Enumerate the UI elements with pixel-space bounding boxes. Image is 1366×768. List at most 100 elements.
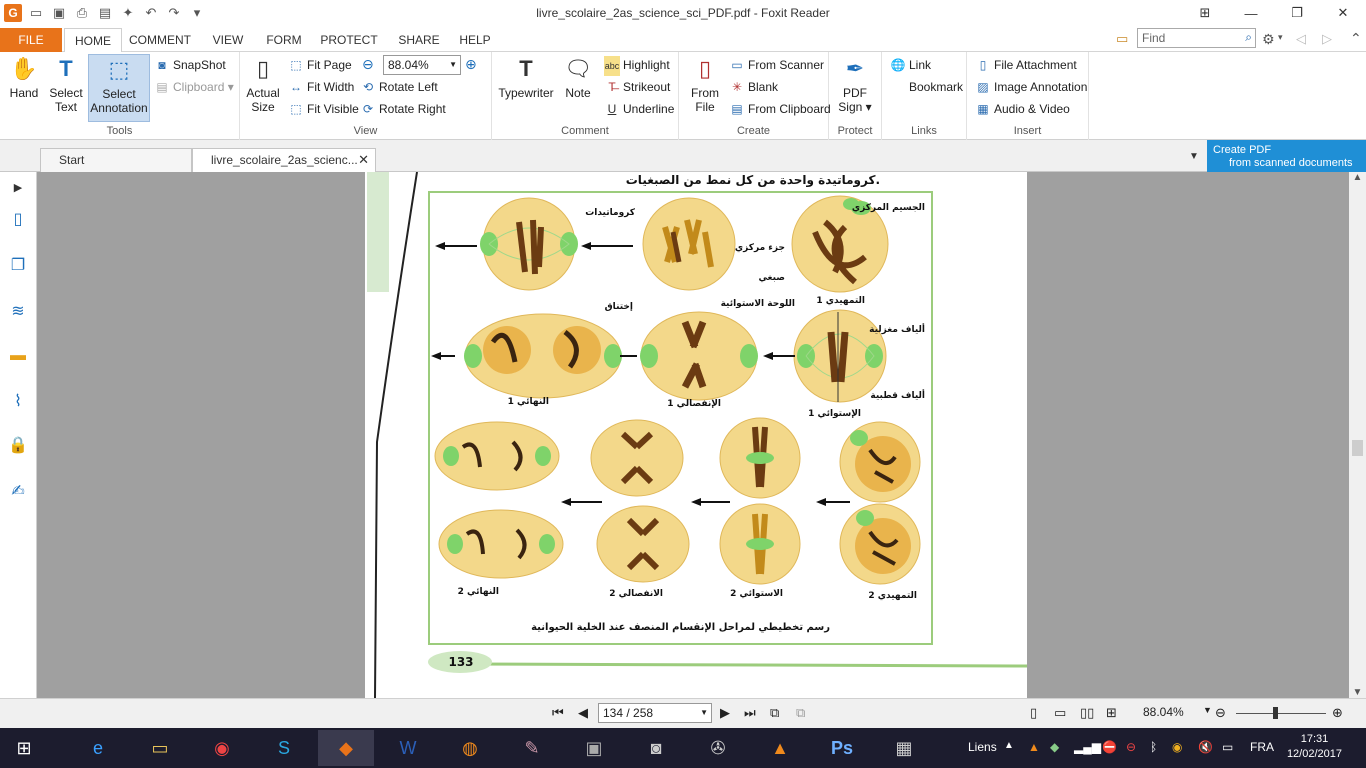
minimize-button[interactable]: — (1228, 0, 1274, 26)
select-annotation-button[interactable]: ⬚ Select Annotation (88, 54, 150, 122)
document-view[interactable]: كروماتيدة واحدة من كل نمط من الصبغيات. ا… (37, 172, 1349, 698)
from-clipboard-button[interactable]: ▤ From Clipboard (729, 99, 830, 119)
hand-button[interactable]: ✋ Hand (4, 54, 44, 100)
clipboard-button[interactable]: ▤ Clipboard ▾ (154, 77, 233, 97)
firefox-icon[interactable]: ◍ (442, 730, 498, 766)
chevron-down-icon[interactable]: ▾ (1278, 32, 1283, 43)
zoom-level[interactable]: 88.04% (1143, 705, 1184, 719)
zoom-select[interactable]: 88.04% ▼ (383, 55, 461, 75)
fit-width-button[interactable]: ↔ Fit Width (288, 77, 354, 97)
calculator-icon[interactable]: ▦ (876, 730, 932, 766)
liens-toolbar[interactable]: Liens (968, 740, 997, 754)
signature-icon[interactable]: ✍ (6, 480, 30, 504)
first-page-icon[interactable]: ⏮ (552, 705, 564, 721)
tab-view[interactable]: VIEW (202, 28, 254, 52)
highlight-button[interactable]: abc Highlight (604, 55, 670, 76)
speaker-muted-icon[interactable]: 🔇 (1198, 740, 1213, 754)
tab-home[interactable]: HOME (64, 28, 122, 53)
from-scanner-button[interactable]: ▭ From Scanner (729, 55, 824, 75)
rotate-right-button[interactable]: ⟳ Rotate Right (360, 99, 446, 119)
last-page-icon[interactable]: ⏭ (744, 705, 756, 721)
file-attachment-button[interactable]: ▯ File Attachment (975, 55, 1077, 75)
tab-form[interactable]: FORM (258, 28, 310, 52)
chevron-down-icon[interactable]: ▼ (1203, 705, 1212, 715)
bluetooth-icon[interactable]: ᛒ (1150, 740, 1157, 754)
audio-video-button[interactable]: ▦ Audio & Video (975, 99, 1070, 119)
close-icon[interactable]: ✕ (358, 149, 369, 171)
comments-icon[interactable]: ▬ (6, 344, 30, 368)
expand-panel-icon[interactable]: ▶ (6, 176, 30, 200)
next-view-icon[interactable]: ⧉ (796, 705, 805, 721)
next-page-icon[interactable]: ▶ (720, 705, 730, 721)
tray-app-icon[interactable]: ◆ (1050, 740, 1059, 754)
previous-view-icon[interactable]: ⧉ (770, 705, 779, 721)
paint-icon[interactable]: ✎ (504, 730, 560, 766)
note-button[interactable]: 🗨 Note (558, 54, 598, 100)
scroll-up-icon[interactable]: ▲ (1349, 172, 1366, 183)
vlc-icon[interactable]: ▲ (752, 730, 808, 766)
tab-comment[interactable]: COMMENT (124, 28, 196, 52)
blank-button[interactable]: ✳ Blank (729, 77, 778, 97)
link-button[interactable]: 🌐 Link (890, 55, 932, 75)
word-icon[interactable]: W (380, 730, 436, 766)
close-button[interactable]: ✕ (1320, 0, 1366, 26)
maximize-button[interactable]: ❐ (1274, 0, 1320, 26)
fit-visible-button[interactable]: ⬚ Fit Visible (288, 99, 358, 119)
create-pdf-banner[interactable]: Create PDF from scanned documents (1207, 140, 1366, 172)
typewriter-button[interactable]: T Typewriter (498, 54, 554, 100)
layers-icon[interactable]: ≋ (6, 300, 30, 324)
tab-start[interactable]: Start (40, 148, 192, 172)
find-input[interactable]: Find ⌕ (1137, 28, 1256, 48)
file-explorer-icon[interactable]: ▭ (132, 730, 188, 766)
zoom-out-icon[interactable]: ⊖ (1215, 705, 1226, 721)
pages-thumbnail-icon[interactable]: ❐ (6, 254, 30, 278)
language-indicator[interactable]: FRA (1250, 740, 1274, 754)
next-result-icon[interactable]: ▷ (1322, 31, 1332, 47)
select-text-button[interactable]: T Select Text (46, 54, 86, 114)
block-icon[interactable]: ⊖ (1126, 740, 1136, 754)
tab-protect[interactable]: PROTECT (316, 28, 382, 52)
scrollbar-thumb[interactable] (1352, 440, 1363, 456)
tab-share[interactable]: SHARE (392, 28, 446, 52)
signal-icon[interactable]: ▂▄▆ (1074, 740, 1101, 754)
scroll-down-icon[interactable]: ▼ (1349, 687, 1366, 698)
windows-start-icon[interactable]: ⊞ (0, 730, 48, 766)
bookmark-button[interactable]: Bookmark (890, 77, 963, 97)
snapshot-button[interactable]: ◙ SnapShot (154, 55, 225, 75)
search-icon[interactable]: ⌕ (1245, 30, 1252, 45)
media-player-icon[interactable]: ▣ (566, 730, 622, 766)
chevron-up-icon[interactable]: ▲ (1004, 740, 1014, 751)
facing-page-icon[interactable]: ▯▯ (1080, 705, 1094, 721)
attachments-icon[interactable]: ⌇ (6, 390, 30, 414)
camera-app-icon[interactable]: ◙ (628, 730, 684, 766)
chrome-icon[interactable]: ◉ (194, 730, 250, 766)
find-folder-icon[interactable]: ▭ (1116, 31, 1128, 47)
page-number-input[interactable]: 134 / 258 ▼ (598, 703, 712, 723)
strikeout-button[interactable]: T̶ Strikeout (604, 77, 670, 97)
zoom-out-icon[interactable]: ⊖ (362, 56, 374, 73)
ribbon-options-icon[interactable]: ⊞ (1182, 0, 1228, 26)
film-reel-icon[interactable]: ✇ (690, 730, 746, 766)
single-page-icon[interactable]: ▯ (1030, 705, 1037, 721)
zoom-slider[interactable] (1236, 713, 1326, 714)
zoom-in-icon[interactable]: ⊕ (465, 56, 477, 73)
vertical-scrollbar[interactable]: ▲ ▼ (1349, 172, 1366, 698)
actual-size-button[interactable]: ▯ Actual Size (244, 54, 282, 114)
previous-result-icon[interactable]: ◁ (1296, 31, 1306, 47)
network-warning-icon[interactable]: ⛔ (1102, 740, 1117, 754)
photoshop-icon[interactable]: Ps (814, 730, 870, 766)
tab-help[interactable]: HELP (452, 28, 498, 52)
update-icon[interactable]: ◉ (1172, 740, 1182, 754)
gear-icon[interactable]: ⚙ (1262, 31, 1275, 48)
tab-document[interactable]: livre_scolaire_2as_scienc... ✕ (192, 148, 376, 173)
action-center-icon[interactable]: ▭ (1222, 740, 1233, 754)
previous-page-icon[interactable]: ◀ (578, 705, 588, 721)
internet-explorer-icon[interactable]: e (70, 730, 126, 766)
zoom-slider-thumb[interactable] (1273, 707, 1278, 719)
collapse-ribbon-icon[interactable]: ⌃ (1350, 30, 1362, 47)
tab-list-icon[interactable]: ▼ (1189, 151, 1199, 162)
clock[interactable]: 17:31 12/02/2017 (1287, 732, 1342, 762)
continuous-page-icon[interactable]: ▭ (1054, 705, 1066, 721)
from-file-button[interactable]: ▯ From File (683, 54, 727, 114)
fit-page-button[interactable]: ⬚ Fit Page (288, 55, 351, 75)
